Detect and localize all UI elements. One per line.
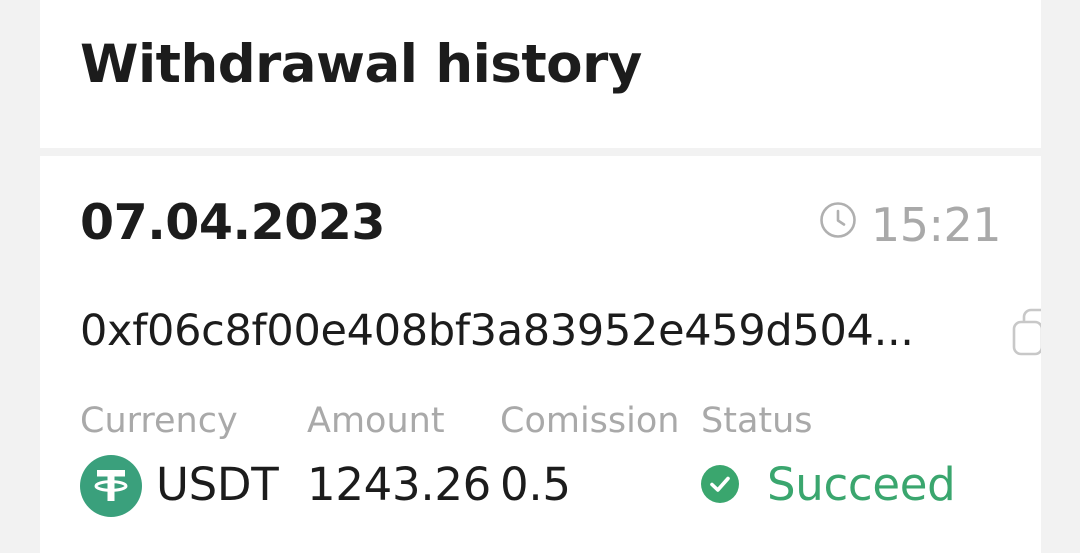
amount-value: 1243.26 [307,458,491,511]
transaction-time: 15:21 [870,198,1002,252]
page-header: Withdrawal history [40,0,1041,148]
check-circle-icon [701,465,739,503]
tether-icon [80,455,142,517]
copy-icon[interactable] [1011,306,1041,356]
status-label: Status [701,401,813,441]
amount-label: Amount [307,401,445,441]
page-title: Withdrawal history [80,34,642,95]
withdrawal-card[interactable]: 07.04.2023 15:21 0xf06c8f00e408bf3a83952… [40,156,1041,553]
currency-label: Currency [80,401,238,441]
transaction-date: 07.04.2023 [80,194,385,251]
status-value: Succeed [767,458,956,511]
clock-icon [820,202,856,238]
address-row: 0xf06c8f00e408bf3a83952e459d504... [80,306,1041,370]
commission-label: Comission [500,401,680,441]
commission-value: 0.5 [500,458,571,511]
currency-value: USDT [156,458,279,511]
transaction-time-group: 15:21 [819,198,1002,252]
transaction-address: 0xf06c8f00e408bf3a83952e459d504... [80,306,914,356]
